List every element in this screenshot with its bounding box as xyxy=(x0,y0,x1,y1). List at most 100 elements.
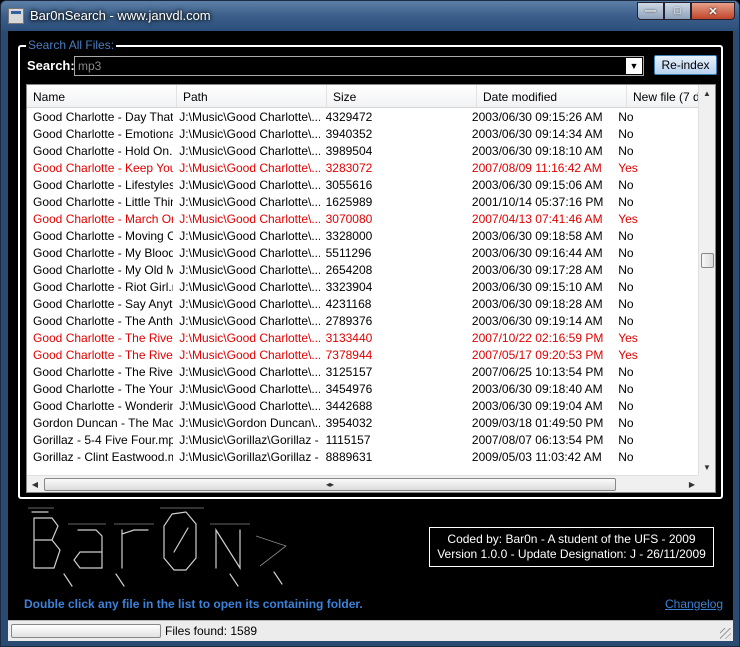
changelog-link[interactable]: Changelog xyxy=(665,597,723,611)
column-header-path[interactable]: Path xyxy=(177,85,327,107)
table-cell-path: J:\Music\Good Charlotte\... xyxy=(179,263,320,277)
table-cell-new: No xyxy=(618,229,634,243)
table-cell-date: 2001/10/14 05:37:16 PM xyxy=(471,195,604,209)
scroll-left-icon[interactable]: ◀ xyxy=(27,476,43,492)
scroll-up-icon[interactable]: ▲ xyxy=(699,85,715,101)
file-list[interactable]: Name Path Size Date modified New file (7… xyxy=(26,84,716,493)
scroll-corner xyxy=(698,475,715,492)
credits-line-version: Version 1.0.0 - Update Designation: J - … xyxy=(437,547,706,561)
table-row[interactable]: Good Charlotte - Emotionale... J:\Music\G… xyxy=(27,125,700,142)
table-row[interactable]: Gorillaz - Clint Eastwood.mp3J:\Music\Go… xyxy=(27,448,700,465)
search-combobox[interactable]: ▼ xyxy=(74,56,644,76)
search-group: Search All Files: Search: ▼ Re-index Nam… xyxy=(18,38,723,499)
table-cell-new: No xyxy=(618,178,634,192)
window-title: Bar0nSearch - www.janvdl.com xyxy=(30,8,211,23)
table-cell-path: J:\Music\Good Charlotte\... xyxy=(179,331,320,345)
table-cell-new: No xyxy=(618,416,634,430)
table-row[interactable]: Good Charlotte - The Anthe... J:\Music\Go… xyxy=(27,312,700,329)
table-cell-path: J:\Music\Good Charlotte\... xyxy=(179,246,320,260)
table-cell-size: 2789376 xyxy=(325,314,373,328)
table-cell-date: 2006/10/14 07:52:06 AM xyxy=(466,465,612,468)
close-button[interactable]: ✕ xyxy=(691,2,735,20)
table-cell-date: 2003/06/30 09:15:06 AM xyxy=(471,178,603,192)
table-row[interactable]: Good Charlotte - Moving On... J:\Music\Go… xyxy=(27,227,700,244)
column-header-date[interactable]: Date modified xyxy=(477,85,627,107)
table-row[interactable]: Good Charlotte - Riot Girl.mp3 J:\Music\G… xyxy=(27,278,700,295)
table-row[interactable]: Good Charlotte - March On... J:\Music\Goo… xyxy=(27,210,700,227)
table-row[interactable]: Good Charlotte - The River [... J:\Music\… xyxy=(27,346,700,363)
table-cell-date: 2003/06/30 09:18:28 AM xyxy=(471,297,603,311)
table-cell-size: 3070080 xyxy=(325,212,373,226)
table-cell-name: Good Charlotte - Riot Girl.mp3 xyxy=(33,280,173,294)
table-row[interactable]: Good Charlotte - The River (... J:\Music\… xyxy=(27,329,700,346)
vertical-scroll-thumb[interactable] xyxy=(701,253,714,268)
files-found-count: Files found: 1589 xyxy=(165,624,258,638)
table-cell-name: Good Charlotte - Wondering... xyxy=(33,399,173,413)
table-cell-new: No xyxy=(618,382,634,396)
horizontal-scrollbar[interactable]: ◀ ◂▸ ▶ xyxy=(27,475,700,492)
table-cell-path: J:\Music\Good Charlotte\... xyxy=(179,382,320,396)
table-row[interactable]: Good Charlotte - Say Anythi... J:\Music\G… xyxy=(27,295,700,312)
table-cell-path: J:\Music\Good Charlotte\... xyxy=(179,161,320,175)
reindex-button[interactable]: Re-index xyxy=(654,55,717,75)
search-label: Search: xyxy=(27,58,75,73)
table-row[interactable]: Good Charlotte - Hold On.mp3 J:\Music\Goo… xyxy=(27,142,700,159)
table-row[interactable]: Gorillaz - 5-4 Five Four.mp3 J:\Music\Gor… xyxy=(27,431,700,448)
table-row[interactable]: Good Charlotte - Wondering... J:\Music\Go… xyxy=(27,397,700,414)
table-cell-new: No xyxy=(618,450,634,464)
table-cell-size: 4231168 xyxy=(325,297,372,311)
maximize-button[interactable]: □ xyxy=(664,2,691,20)
table-cell-new: No xyxy=(618,280,634,294)
table-cell-path: J:\Music\Good Charlotte\... xyxy=(179,110,320,124)
table-cell-new: Yes xyxy=(618,331,638,345)
table-cell-new: No xyxy=(618,144,634,158)
table-cell-size: 7378944 xyxy=(325,348,373,362)
table-cell-date: 2007/04/13 07:41:46 AM xyxy=(471,212,603,226)
table-cell-date: 2007/08/07 06:13:54 PM xyxy=(471,433,604,447)
table-row[interactable]: Good Charlotte - Day That I ... J:\Music\… xyxy=(27,108,700,125)
table-cell-date: 2003/06/30 09:18:58 AM xyxy=(471,229,603,243)
table-cell-path: J:\Music\Gorillaz\Gorillaz - ... xyxy=(179,450,320,464)
search-input[interactable] xyxy=(75,57,629,75)
table-row[interactable]: Good Charlotte - Keep Your ... J:\Music\G… xyxy=(27,159,700,176)
table-cell-name: Gorillaz - Dirty Harry.mp3 xyxy=(27,465,173,468)
status-bar: Files found: 1589 xyxy=(8,620,733,641)
table-cell-date: 2003/06/30 09:19:14 AM xyxy=(471,314,603,328)
table-cell-new: No xyxy=(618,263,634,277)
vertical-scrollbar[interactable]: ▲ ▼ xyxy=(698,85,715,475)
resize-grip-icon[interactable] xyxy=(720,628,731,639)
table-cell-size: 3442688 xyxy=(325,399,373,413)
column-header-name[interactable]: Name xyxy=(27,85,177,107)
scroll-down-icon[interactable]: ▼ xyxy=(699,459,715,475)
table-cell-path: J:\Music\Gordon Duncan\... xyxy=(179,416,320,430)
table-cell-date: 2007/06/25 10:13:54 PM xyxy=(471,365,604,379)
table-cell-name: Good Charlotte - Day That I ... xyxy=(33,110,174,124)
table-cell-path: J:\Music\Good Charlotte\... xyxy=(179,195,320,209)
minimize-button[interactable]: — xyxy=(637,2,664,20)
column-header-size[interactable]: Size xyxy=(327,85,477,107)
table-row[interactable]: Gorillaz - Dirty Harry.mp3J:\Music\Goril… xyxy=(27,465,700,468)
table-cell-date: 2003/06/30 09:16:44 AM xyxy=(471,246,603,260)
table-cell-name: Gorillaz - 5-4 Five Four.mp3 xyxy=(33,433,174,447)
chevron-down-icon[interactable]: ▼ xyxy=(626,58,642,74)
table-row[interactable]: Good Charlotte - Little Thing... J:\Music… xyxy=(27,193,700,210)
table-row[interactable]: Good Charlotte - The Young... J:\Music\Go… xyxy=(27,380,700,397)
table-cell-size: 1625989 xyxy=(325,195,373,209)
table-row[interactable]: Good Charlotte - My Old Ma... J:\Music\Go… xyxy=(27,261,700,278)
credits-box: Coded by: Bar0n - A student of the UFS -… xyxy=(429,527,714,567)
table-cell-name: Good Charlotte - Lifestyles ... xyxy=(33,178,174,192)
table-cell-date: 2003/06/30 09:15:10 AM xyxy=(471,280,603,294)
search-group-label: Search All Files: xyxy=(26,38,117,52)
table-row[interactable]: Good Charlotte - My Bloody ... J:\Music\G… xyxy=(27,244,700,261)
horizontal-scroll-thumb[interactable]: ◂▸ xyxy=(44,478,616,491)
table-row[interactable]: Gordon Duncan - The Mac... J:\Music\Gordo… xyxy=(27,414,700,431)
title-bar[interactable]: Bar0nSearch - www.janvdl.com — □ ✕ xyxy=(1,1,739,31)
table-cell-new: No xyxy=(618,433,634,447)
table-cell-new: No xyxy=(618,399,634,413)
table-row[interactable]: Good Charlotte - The River... J:\Music\Go… xyxy=(27,363,700,380)
table-row[interactable]: Good Charlotte - Lifestyles ... J:\Music\… xyxy=(27,176,700,193)
table-cell-path: J:\Music\Gorillaz\Gorillaz - ... xyxy=(179,433,320,447)
table-cell-date: 2007/10/22 02:16:59 PM xyxy=(471,331,604,345)
table-cell-size: 5511296 xyxy=(325,246,372,260)
table-cell-new: Yes xyxy=(618,161,638,175)
